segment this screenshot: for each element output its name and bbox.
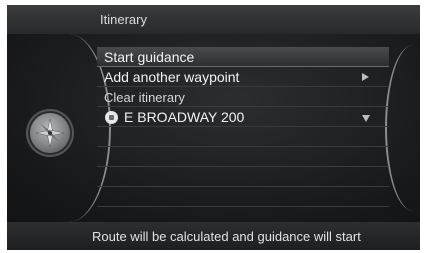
header-bar: Itinerary	[7, 5, 420, 34]
menu-empty-row	[97, 127, 389, 147]
menu-empty-row	[97, 167, 389, 187]
menu-item-label: Clear itinerary	[104, 90, 185, 105]
menu-item-add-waypoint[interactable]: Add another waypoint	[97, 67, 389, 87]
menu-item-label: E BROADWAY 200	[124, 109, 245, 125]
menu-item-label: Add another waypoint	[104, 69, 240, 85]
status-bar: Route will be calculated and guidance wi…	[7, 222, 420, 250]
arrow-right-icon	[362, 73, 369, 81]
arrow-down-icon	[362, 115, 370, 122]
menu-empty-row	[97, 187, 389, 207]
menu-item-waypoint[interactable]: E BROADWAY 200	[97, 107, 389, 127]
compass-knob[interactable]	[30, 113, 70, 153]
menu-item-start-guidance[interactable]: Start guidance	[97, 47, 389, 67]
nav-screen: Itinerary Start guidance Add another way…	[7, 5, 420, 250]
page-title: Itinerary	[100, 12, 147, 27]
waypoint-icon	[105, 111, 118, 124]
status-text: Route will be calculated and guidance wi…	[92, 229, 361, 244]
menu-empty-row	[97, 147, 389, 167]
menu-item-clear-itinerary[interactable]: Clear itinerary	[97, 87, 389, 107]
menu-item-label: Start guidance	[104, 49, 195, 65]
compass-icon	[35, 118, 65, 148]
